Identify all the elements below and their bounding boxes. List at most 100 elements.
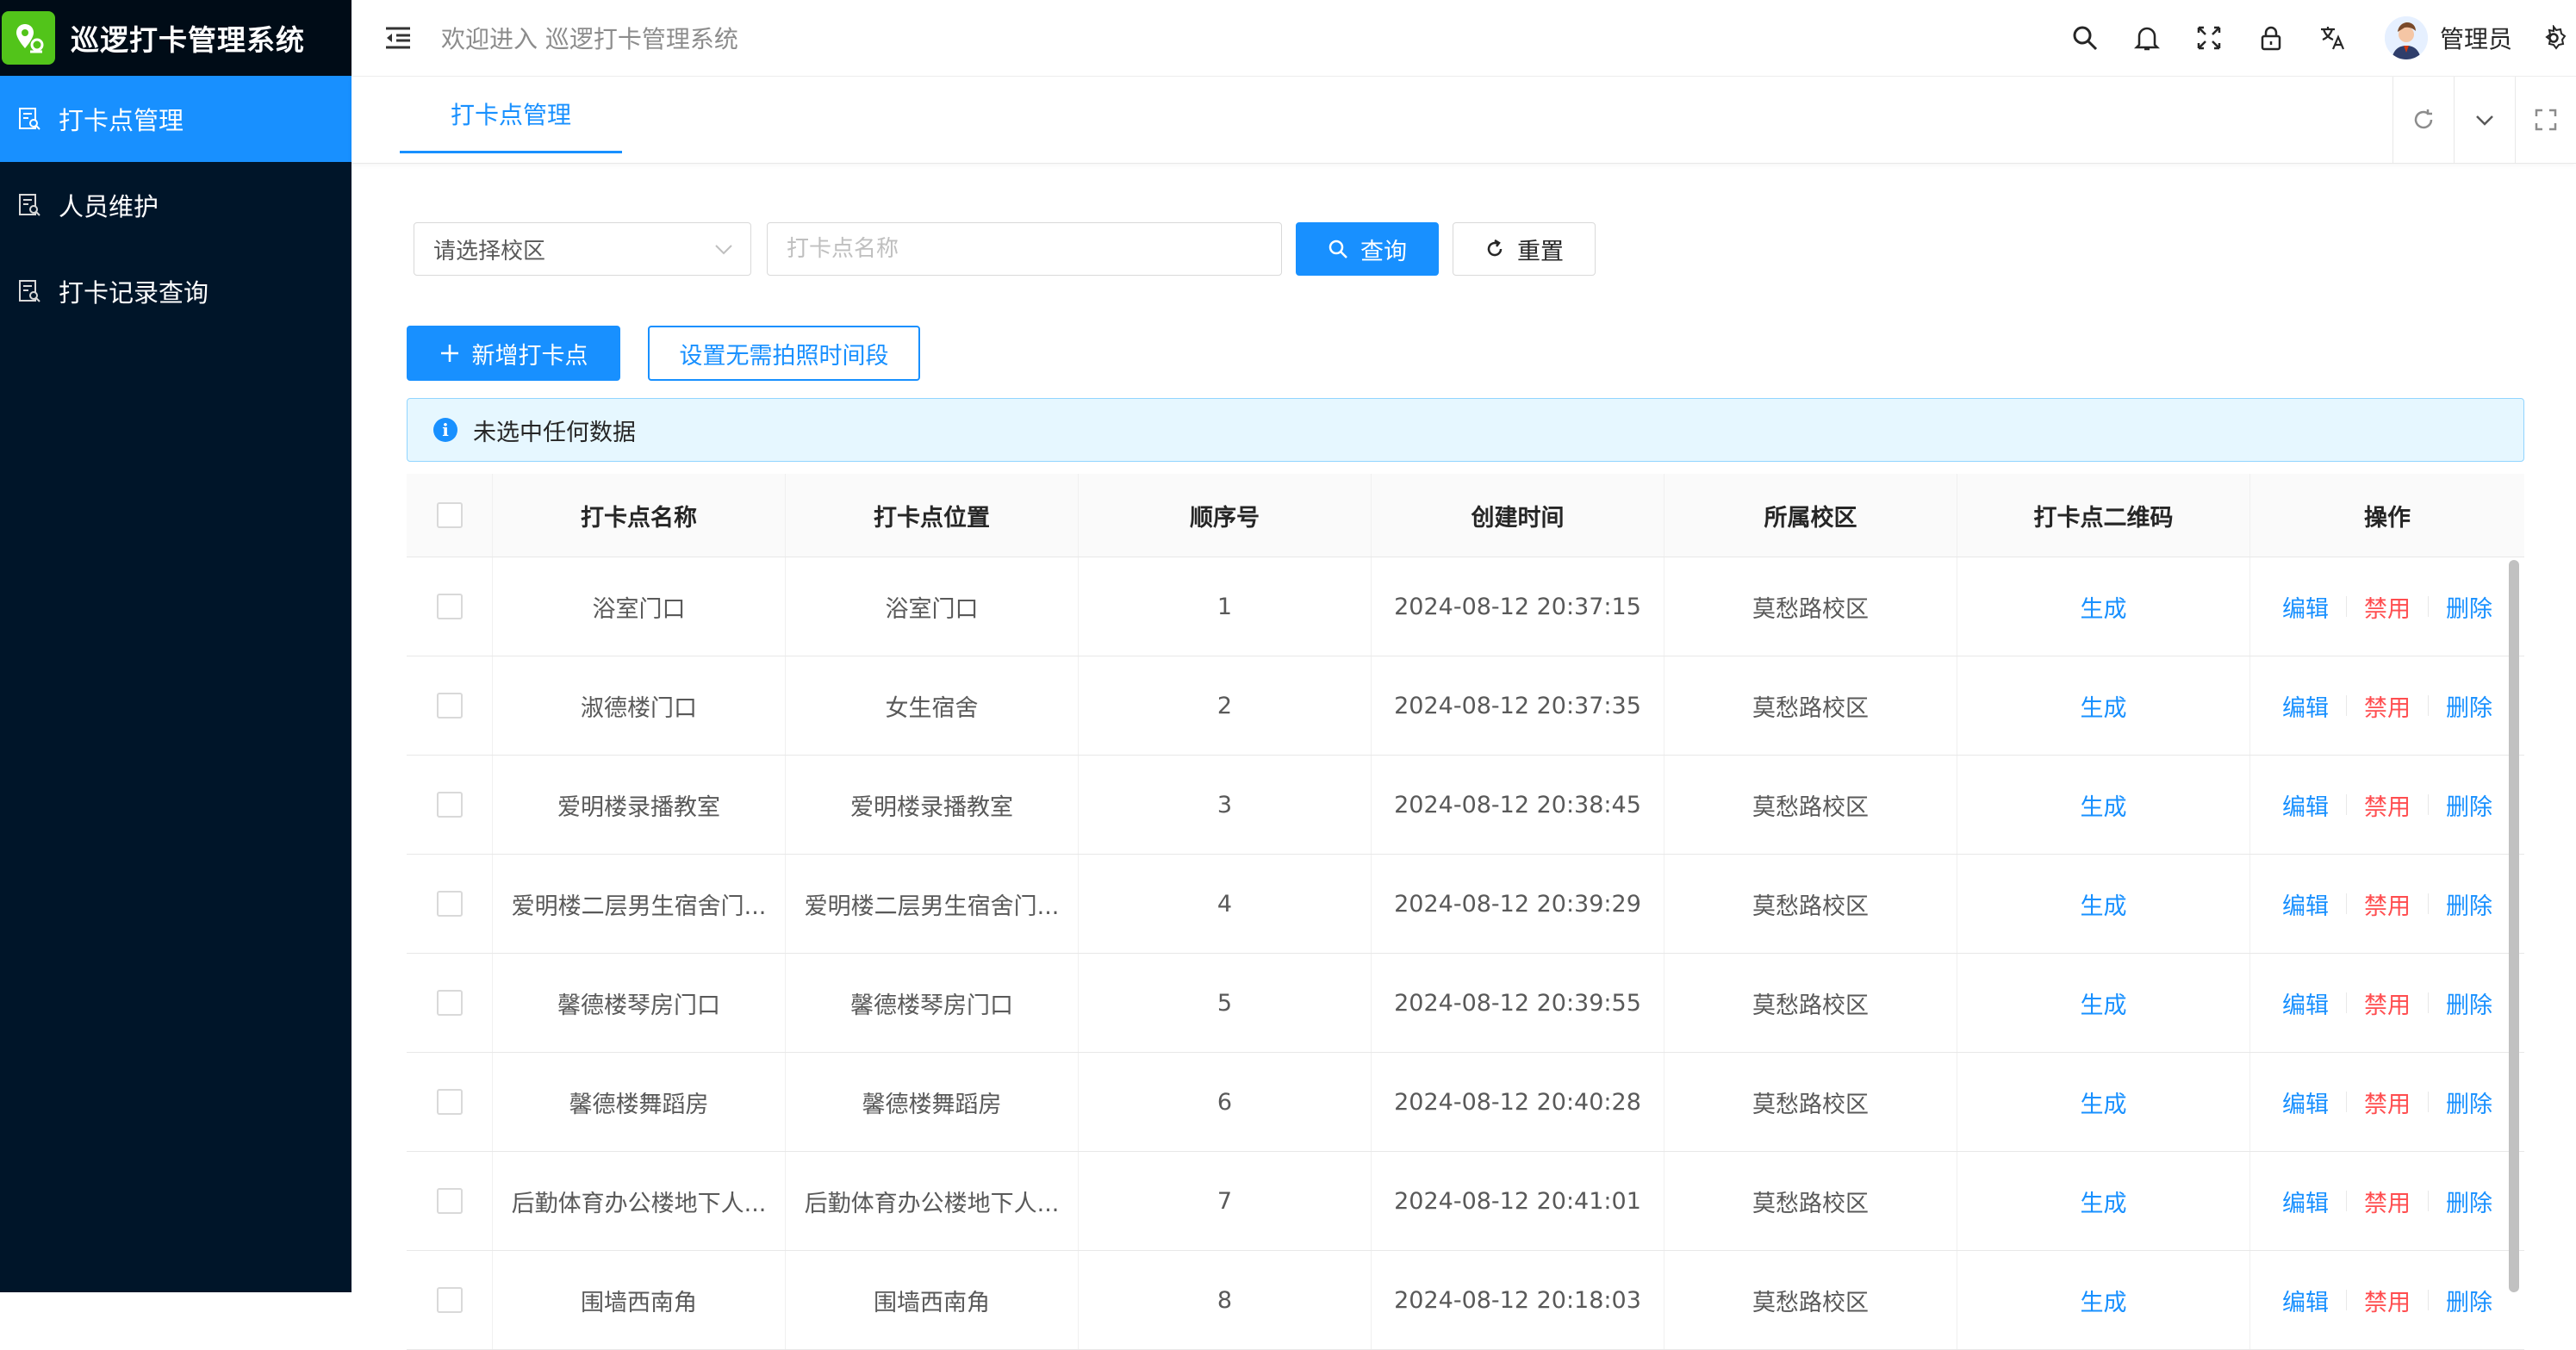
qr-cell: 生成 — [1957, 756, 2250, 854]
refresh-icon[interactable] — [2392, 77, 2454, 163]
generate-qr-link[interactable]: 生成 — [2081, 1185, 2127, 1218]
row-checkbox[interactable] — [436, 891, 463, 917]
checkpoint-name-input[interactable] — [767, 222, 1282, 276]
top-header: 欢迎进入 巡逻打卡管理系统 管理员 — [352, 0, 2576, 77]
sidebar-item-checkpoint-management[interactable]: 打卡点管理 — [0, 76, 352, 162]
select-all-cell — [407, 474, 493, 557]
reset-button[interactable]: 重置 — [1453, 222, 1596, 276]
translate-icon[interactable] — [2316, 21, 2350, 55]
actions-cell: 编辑 禁用 删除 — [2250, 1152, 2524, 1250]
delete-link[interactable]: 删除 — [2446, 1284, 2492, 1317]
delete-link[interactable]: 删除 — [2446, 887, 2492, 921]
checkpoint-location: 围墙西南角 — [786, 1251, 1079, 1349]
checkpoint-location: 女生宿舍 — [786, 656, 1079, 755]
add-checkpoint-label: 新增打卡点 — [471, 342, 588, 370]
divider — [2428, 1290, 2429, 1310]
disable-link[interactable]: 禁用 — [2364, 1185, 2411, 1218]
actions-cell: 编辑 禁用 删除 — [2250, 855, 2524, 953]
select-all-checkbox[interactable] — [436, 502, 463, 528]
edit-link[interactable]: 编辑 — [2282, 887, 2329, 921]
generate-qr-link[interactable]: 生成 — [2081, 788, 2127, 822]
row-select-cell — [407, 756, 493, 854]
fullscreen-icon[interactable] — [2192, 21, 2226, 55]
generate-qr-link[interactable]: 生成 — [2081, 689, 2127, 723]
lock-icon[interactable] — [2254, 21, 2288, 55]
edit-link[interactable]: 编辑 — [2282, 1086, 2329, 1119]
disable-link[interactable]: 禁用 — [2364, 590, 2411, 624]
row-checkbox[interactable] — [436, 693, 463, 719]
edit-link[interactable]: 编辑 — [2282, 986, 2329, 1020]
row-checkbox[interactable] — [436, 1089, 463, 1115]
delete-link[interactable]: 删除 — [2446, 590, 2492, 624]
actions-cell: 编辑 禁用 删除 — [2250, 656, 2524, 755]
set-no-photo-time-button[interactable]: 设置无需拍照时间段 — [648, 326, 920, 381]
campus-select[interactable]: 请选择校区 — [414, 222, 751, 276]
generate-qr-link[interactable]: 生成 — [2081, 1086, 2127, 1119]
add-checkpoint-button[interactable]: 新增打卡点 — [407, 326, 620, 381]
delete-link[interactable]: 删除 — [2446, 1185, 2492, 1218]
checkpoint-name: 爱明楼二层男生宿舍门... — [493, 855, 786, 953]
column-header: 所属校区 — [1664, 474, 1957, 557]
divider — [2346, 695, 2347, 716]
row-checkbox[interactable] — [436, 1188, 463, 1214]
row-checkbox[interactable] — [436, 594, 463, 619]
checkpoint-name: 后勤体育办公楼地下人... — [493, 1152, 786, 1250]
generate-qr-link[interactable]: 生成 — [2081, 590, 2127, 624]
disable-link[interactable]: 禁用 — [2364, 689, 2411, 723]
actions-cell: 编辑 禁用 删除 — [2250, 1053, 2524, 1151]
sidebar-item-personnel[interactable]: 人员维护 — [0, 162, 352, 248]
row-checkbox[interactable] — [436, 1287, 463, 1313]
app-title: 巡逻打卡管理系统 — [71, 23, 305, 57]
avatar[interactable] — [2384, 16, 2428, 59]
disable-link[interactable]: 禁用 — [2364, 1284, 2411, 1317]
divider — [2428, 794, 2429, 815]
search-icon[interactable] — [2068, 21, 2102, 55]
checkpoint-name: 爱明楼录播教室 — [493, 756, 786, 854]
edit-link[interactable]: 编辑 — [2282, 590, 2329, 624]
bell-icon[interactable] — [2130, 21, 2164, 55]
qr-cell: 生成 — [1957, 1053, 2250, 1151]
divider — [2346, 1290, 2347, 1310]
app-logo[interactable]: 巡逻打卡管理系统 — [0, 0, 352, 76]
disable-link[interactable]: 禁用 — [2364, 887, 2411, 921]
row-checkbox[interactable] — [436, 990, 463, 1016]
disable-link[interactable]: 禁用 — [2364, 788, 2411, 822]
edit-link[interactable]: 编辑 — [2282, 788, 2329, 822]
divider — [2346, 1092, 2347, 1112]
chevron-down-icon — [712, 238, 735, 266]
actions-cell: 编辑 禁用 删除 — [2250, 954, 2524, 1052]
checkpoint-name: 馨德楼琴房门口 — [493, 954, 786, 1052]
tab-checkpoint-management[interactable]: 打卡点管理 — [400, 77, 622, 153]
sidebar: 巡逻打卡管理系统 打卡点管理 人员维护 打卡记录查询 — [0, 0, 352, 1292]
campus: 莫愁路校区 — [1664, 1152, 1957, 1250]
sidebar-item-records[interactable]: 打卡记录查询 — [0, 248, 352, 334]
tabs-bar: 打卡点管理 — [352, 77, 2576, 164]
expand-icon[interactable] — [2515, 77, 2576, 163]
settings-icon[interactable] — [2536, 21, 2571, 55]
qr-cell: 生成 — [1957, 1152, 2250, 1250]
table-row: 浴室门口 浴室门口 1 2024-08-12 20:37:15 莫愁路校区 生成… — [407, 557, 2524, 656]
disable-link[interactable]: 禁用 — [2364, 986, 2411, 1020]
edit-link[interactable]: 编辑 — [2282, 1185, 2329, 1218]
query-button[interactable]: 查询 — [1296, 222, 1439, 276]
edit-link[interactable]: 编辑 — [2282, 689, 2329, 723]
menu-fold-icon[interactable] — [381, 21, 415, 55]
delete-link[interactable]: 删除 — [2446, 788, 2492, 822]
generate-qr-link[interactable]: 生成 — [2081, 986, 2127, 1020]
column-header: 创建时间 — [1372, 474, 1664, 557]
qr-cell: 生成 — [1957, 1251, 2250, 1349]
edit-link[interactable]: 编辑 — [2282, 1284, 2329, 1317]
row-checkbox[interactable] — [436, 792, 463, 818]
created-time: 2024-08-12 20:38:45 — [1372, 756, 1664, 854]
chevron-down-icon[interactable] — [2454, 77, 2515, 163]
table-row: 围墙西南角 围墙西南角 8 2024-08-12 20:18:03 莫愁路校区 … — [407, 1251, 2524, 1350]
delete-link[interactable]: 删除 — [2446, 689, 2492, 723]
disable-link[interactable]: 禁用 — [2364, 1086, 2411, 1119]
user-name[interactable]: 管理员 — [2440, 21, 2512, 55]
generate-qr-link[interactable]: 生成 — [2081, 1284, 2127, 1317]
delete-link[interactable]: 删除 — [2446, 1086, 2492, 1119]
delete-link[interactable]: 删除 — [2446, 986, 2492, 1020]
table-scrollbar[interactable] — [2509, 560, 2519, 1292]
generate-qr-link[interactable]: 生成 — [2081, 887, 2127, 921]
checkpoint-name: 馨德楼舞蹈房 — [493, 1053, 786, 1151]
